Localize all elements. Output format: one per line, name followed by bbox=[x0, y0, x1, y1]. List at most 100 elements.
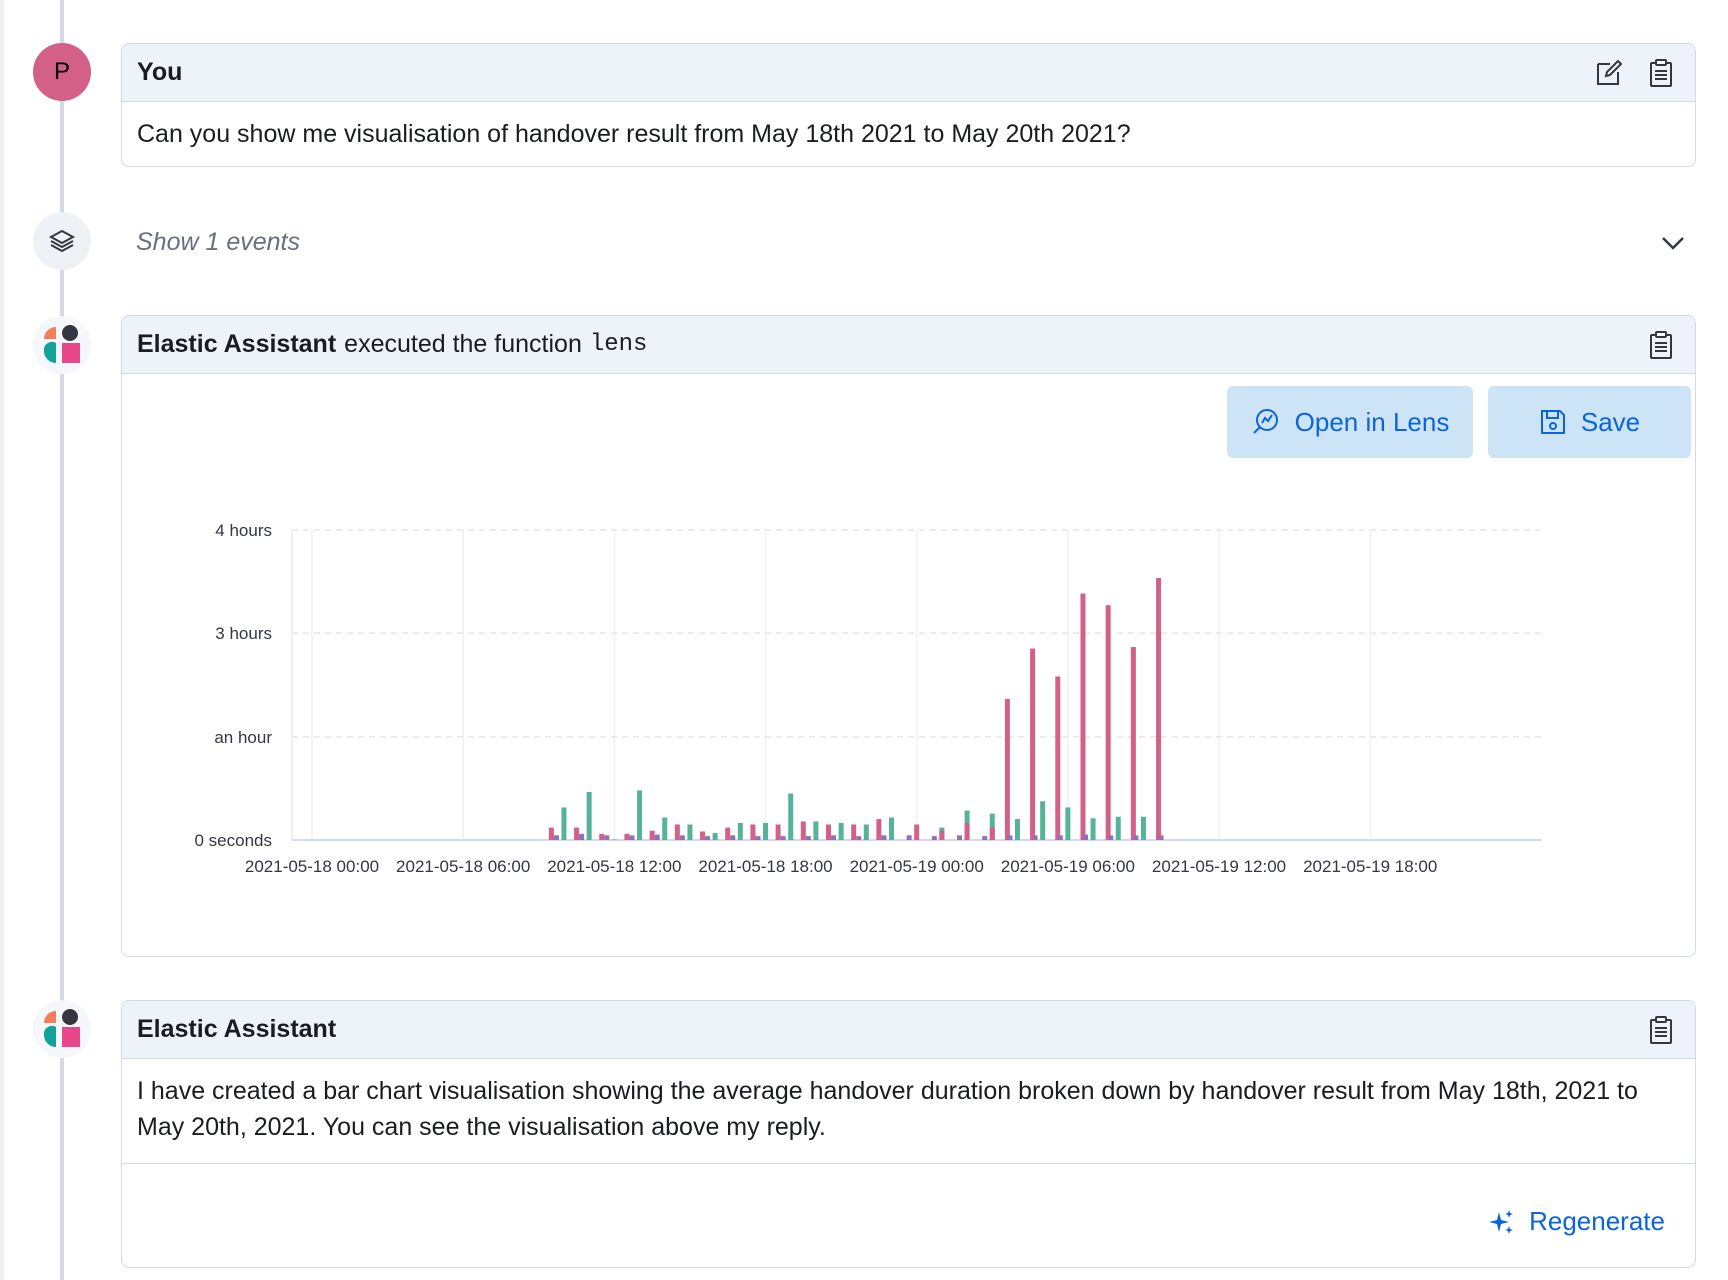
x-tick-label: 2021-05-18 18:00 bbox=[698, 857, 832, 876]
chart-bar bbox=[1140, 816, 1146, 840]
copy-clipboard-icon[interactable] bbox=[1645, 1014, 1677, 1046]
y-tick-label: 3 hours bbox=[215, 624, 272, 643]
chart-bar bbox=[1014, 819, 1020, 840]
chart-bar bbox=[654, 834, 660, 840]
chart-bar bbox=[679, 835, 685, 840]
chart-bar bbox=[629, 835, 635, 840]
chart-bar bbox=[750, 824, 756, 840]
left-border bbox=[0, 0, 4, 1280]
copy-clipboard-icon[interactable] bbox=[1645, 329, 1677, 361]
chart-bar bbox=[561, 807, 567, 840]
function-action-text: executed the function bbox=[344, 330, 582, 358]
chart-bar bbox=[939, 830, 945, 840]
timeline-line bbox=[60, 0, 64, 1280]
chart-bar bbox=[1055, 676, 1061, 840]
chart-bar bbox=[1004, 698, 1010, 840]
assistant-message-panel: Elastic Assistant I have created a bar c… bbox=[121, 1000, 1696, 1268]
chart-bar bbox=[788, 793, 794, 840]
chart-bar bbox=[805, 836, 811, 840]
chart-bar bbox=[914, 824, 920, 840]
events-label: Show 1 events bbox=[136, 227, 300, 256]
chart-bar bbox=[1082, 834, 1088, 840]
assistant-message-text: I have created a bar chart visualisation… bbox=[137, 1077, 1638, 1141]
chart-bar bbox=[1090, 818, 1096, 840]
chart-bar bbox=[989, 827, 995, 840]
chart-bar bbox=[826, 824, 832, 840]
user-avatar: P bbox=[33, 43, 91, 101]
chart-bar bbox=[831, 835, 837, 840]
chart-area: 2021-05-18 00:00 2021-05-18 06:00 2021-05-… bbox=[122, 494, 1622, 919]
elastic-logo-icon bbox=[43, 325, 80, 363]
message-author: You bbox=[137, 58, 183, 86]
elastic-logo-icon bbox=[43, 1009, 80, 1047]
chart-bar bbox=[1115, 816, 1121, 840]
chart-bar bbox=[611, 839, 617, 840]
chart-bar bbox=[624, 833, 630, 840]
chart-bar bbox=[1156, 578, 1162, 840]
chart-bar bbox=[737, 822, 743, 840]
chart-bar bbox=[957, 835, 963, 840]
chart-bar bbox=[780, 836, 786, 840]
chart-bar bbox=[851, 824, 857, 840]
message-author: Elastic Assistant bbox=[137, 1015, 337, 1043]
chart-bar bbox=[687, 824, 693, 840]
user-message-text: Can you show me visualisation of handove… bbox=[137, 120, 1131, 148]
x-tick-label: 2021-05-19 00:00 bbox=[850, 857, 984, 876]
chart-bar bbox=[604, 835, 610, 840]
message-footer-divider bbox=[122, 1163, 1695, 1164]
x-tick-label: 2021-05-19 18:00 bbox=[1303, 857, 1437, 876]
x-tick-label: 2021-05-19 12:00 bbox=[1152, 857, 1286, 876]
chart-bar bbox=[876, 819, 882, 840]
message-author: Elastic Assistant bbox=[137, 330, 337, 358]
edit-icon[interactable] bbox=[1593, 57, 1625, 89]
chart-bar bbox=[649, 830, 655, 840]
assistant-message-header: Elastic Assistant bbox=[122, 1001, 1695, 1059]
chart-bar bbox=[863, 824, 869, 840]
chart-bar bbox=[800, 821, 806, 840]
y-tick-label: 0 seconds bbox=[195, 831, 273, 850]
avatar-letter: P bbox=[53, 58, 70, 85]
chart-bar bbox=[700, 831, 706, 840]
copy-clipboard-icon[interactable] bbox=[1645, 57, 1677, 89]
events-avatar bbox=[33, 212, 91, 270]
function-message-header: Elastic Assistant executed the function … bbox=[122, 316, 1695, 374]
chart-bar bbox=[1007, 835, 1013, 840]
chart-bar bbox=[964, 822, 970, 840]
chart-bar bbox=[662, 817, 668, 840]
open-in-lens-button[interactable]: Open in Lens bbox=[1227, 386, 1473, 458]
chart-bar bbox=[1130, 647, 1136, 840]
chart-bar bbox=[775, 824, 781, 840]
y-tick-label: an hour bbox=[214, 728, 272, 747]
x-tick-label: 2021-05-18 06:00 bbox=[396, 857, 530, 876]
assistant-avatar bbox=[33, 1000, 91, 1058]
chart-bar bbox=[712, 833, 718, 840]
chart-bar bbox=[931, 836, 937, 840]
layers-icon bbox=[48, 229, 76, 253]
chart-bar bbox=[1032, 835, 1038, 840]
regenerate-label: Regenerate bbox=[1529, 1206, 1665, 1236]
chevron-down-icon[interactable] bbox=[1660, 230, 1686, 256]
save-label: Save bbox=[1580, 406, 1641, 437]
chart-bar bbox=[730, 835, 736, 840]
x-tick-label: 2021-05-19 06:00 bbox=[1001, 857, 1135, 876]
chart-bar bbox=[574, 827, 580, 840]
chart-bar bbox=[906, 835, 912, 840]
save-button[interactable]: Save bbox=[1488, 386, 1691, 458]
chart-bar bbox=[755, 836, 761, 840]
chart-bar bbox=[725, 827, 731, 840]
function-name: lens bbox=[589, 331, 648, 358]
lens-icon bbox=[1252, 409, 1278, 434]
open-in-lens-label: Open in Lens bbox=[1294, 406, 1450, 437]
x-tick-label: 2021-05-18 12:00 bbox=[547, 857, 681, 876]
chart-bar bbox=[1105, 605, 1111, 840]
chart-bar bbox=[637, 790, 643, 840]
chart-bar bbox=[1057, 835, 1063, 840]
regenerate-button[interactable]: Regenerate bbox=[1487, 1206, 1665, 1237]
user-message-header: You bbox=[122, 44, 1695, 102]
chart-bar bbox=[1030, 648, 1036, 840]
chart-bar bbox=[1065, 807, 1071, 840]
chart-bar bbox=[838, 822, 844, 840]
events-toggle[interactable]: Show 1 events bbox=[121, 218, 1694, 266]
user-message-panel: You Can you show me visualisation of han… bbox=[121, 43, 1696, 167]
save-icon bbox=[1540, 410, 1565, 434]
